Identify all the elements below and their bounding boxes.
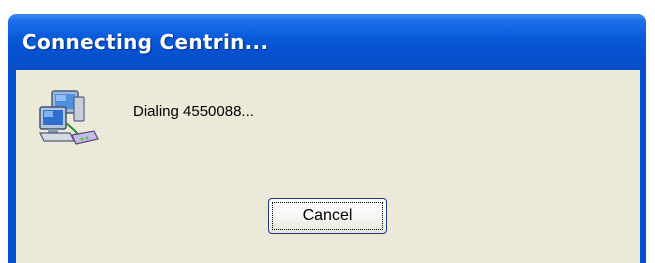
network-connection-icon — [39, 90, 99, 145]
dialog-body — [16, 70, 640, 263]
window-title: Connecting Centrin... — [22, 30, 269, 54]
dialing-status-text: Dialing 4550088... — [133, 103, 254, 120]
title-bar[interactable]: Connecting Centrin... — [8, 14, 646, 70]
connecting-dialog: Connecting Centrin... Dialing 4550088...… — [0, 0, 655, 263]
cancel-button-label: Cancel — [272, 202, 383, 230]
cancel-button[interactable]: Cancel — [268, 198, 387, 234]
